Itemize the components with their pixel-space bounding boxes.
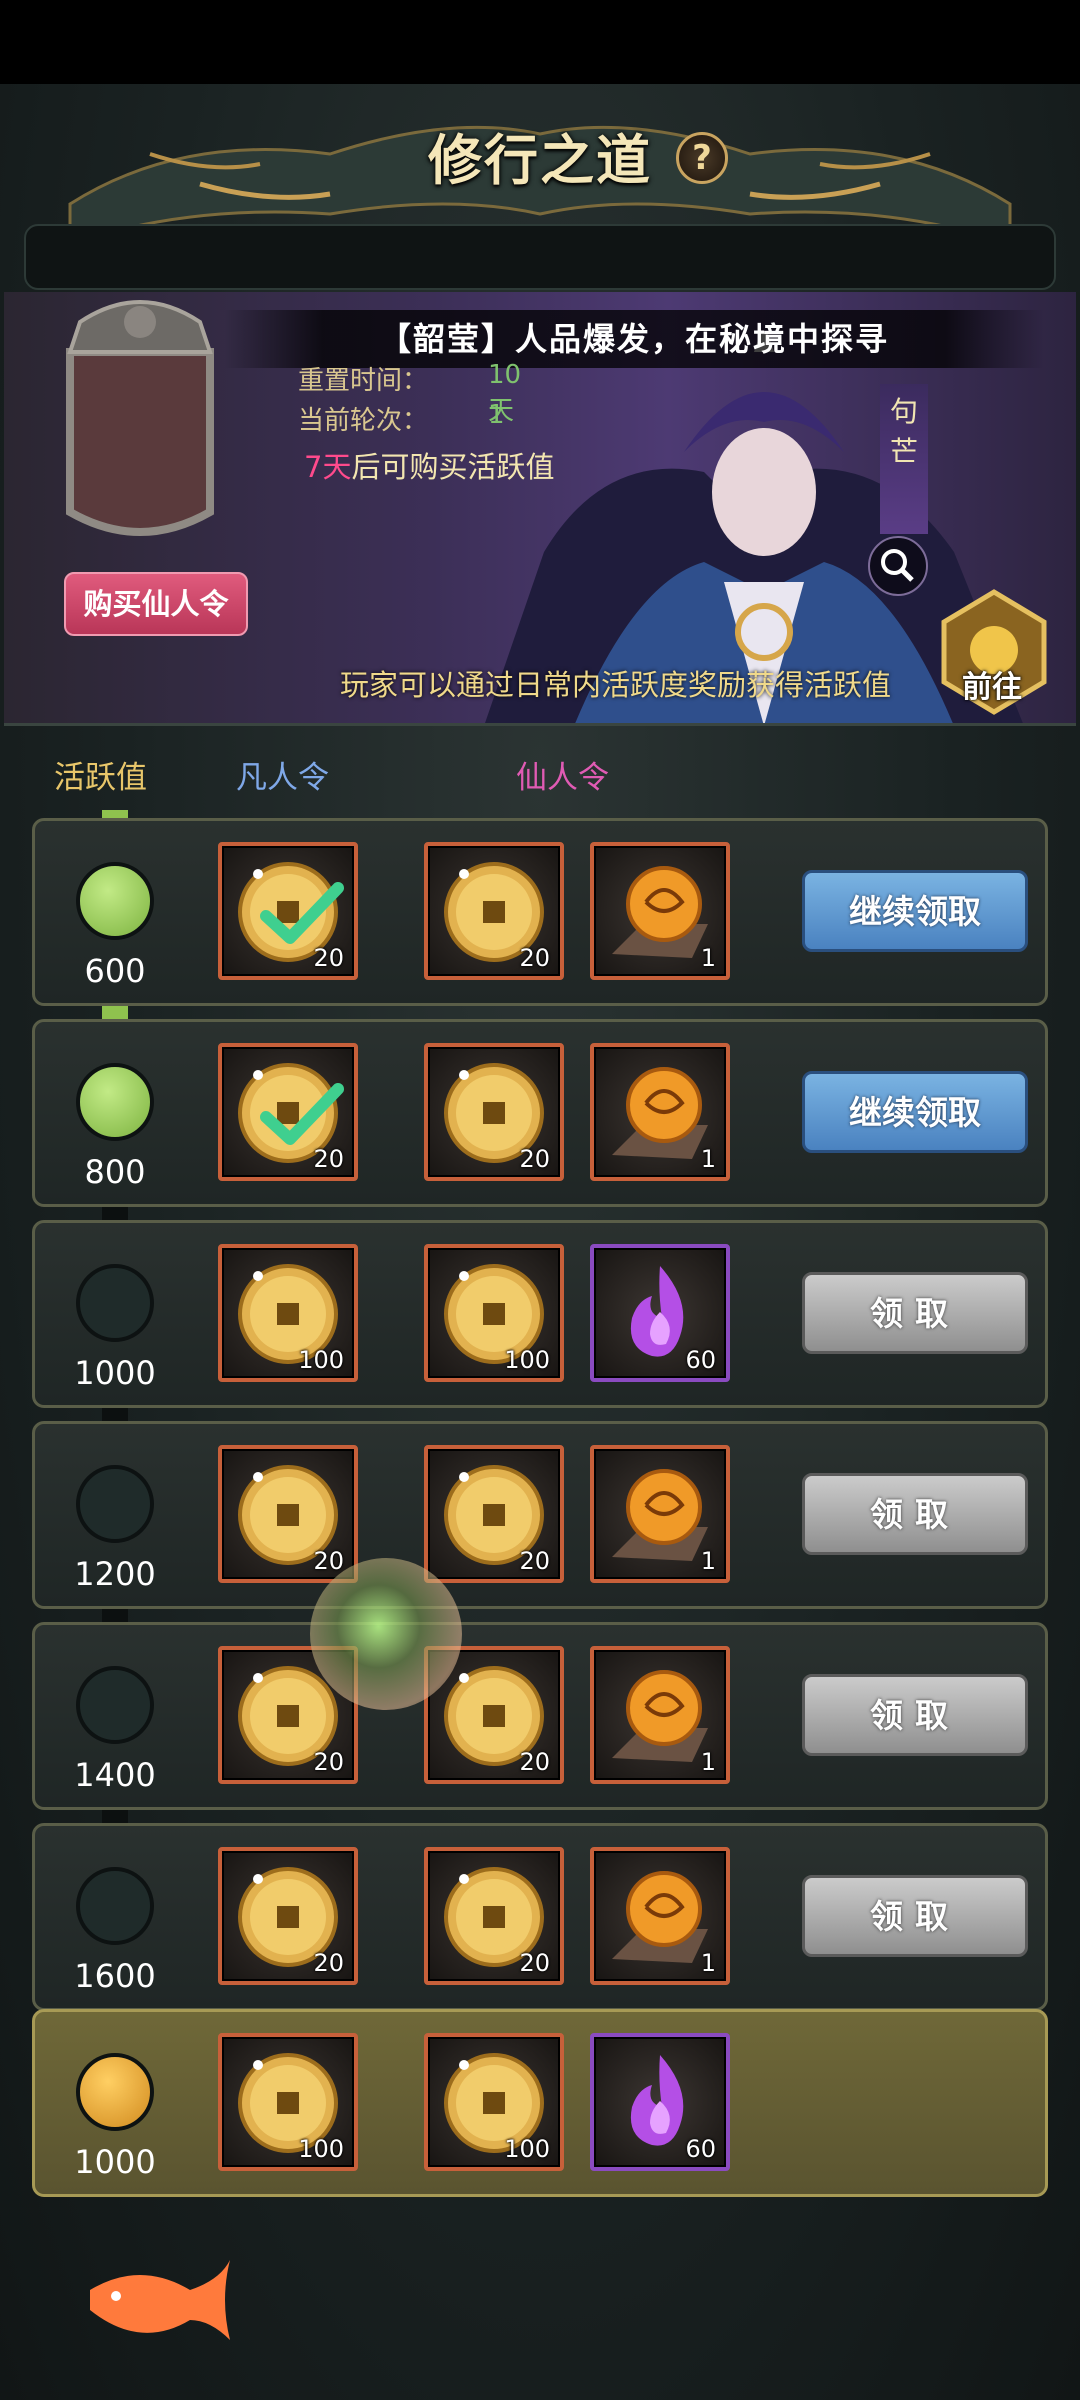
progress-node (76, 2053, 154, 2131)
goto-button-label[interactable]: 前往 (962, 662, 1022, 706)
floating-spirit-orb-icon[interactable] (310, 1558, 462, 1710)
help-button[interactable]: ? (676, 132, 728, 184)
immortal-reward-item[interactable]: 100 (424, 1244, 564, 1382)
continue-claim-button[interactable]: 继续领取 (802, 1071, 1028, 1153)
claim-button[interactable]: 领取 (802, 1473, 1028, 1555)
reward-count: 100 (504, 2135, 550, 2163)
activity-threshold-value: 1000 (74, 1354, 156, 1392)
reward-count: 20 (519, 1748, 550, 1776)
reward-count: 100 (298, 1346, 344, 1374)
banner-note: 玩家可以通过日常内活跃度奖励获得活跃值 (340, 668, 892, 702)
current-round-label: 当前轮次： (298, 406, 429, 436)
claim-button[interactable]: 领取 (802, 1272, 1028, 1354)
reward-count: 20 (519, 1145, 550, 1173)
reset-time-row: 重置时间： 10天 (298, 360, 521, 426)
progress-node (76, 1063, 154, 1141)
immortal-reward-item[interactable]: 100 (424, 2033, 564, 2171)
reward-count: 20 (313, 1145, 344, 1173)
reward-count: 1 (700, 1748, 716, 1776)
activity-threshold-value: 1000 (74, 2143, 156, 2181)
mortal-reward-item[interactable]: 100 (218, 2033, 358, 2171)
header-dark-bar (24, 224, 1056, 290)
zoom-icon[interactable] (868, 536, 928, 596)
reward-count: 20 (313, 944, 344, 972)
immortal-reward-item[interactable]: 1 (590, 842, 730, 980)
immortal-reward-item[interactable]: 20 (424, 842, 564, 980)
koi-fish-icon[interactable] (80, 2250, 240, 2360)
activity-threshold-value: 1400 (74, 1756, 156, 1794)
character-name-tag: 句芒 (880, 384, 928, 534)
activity-threshold-value: 1200 (74, 1555, 156, 1593)
mortal-reward-item[interactable]: 100 (218, 1244, 358, 1382)
immortal-reward-item[interactable]: 20 (424, 1847, 564, 1985)
buy-activity-hint: 7天后可购买活跃值 (304, 444, 554, 486)
mortal-reward-item[interactable]: 20 (218, 1445, 358, 1583)
immortal-reward-item[interactable]: 20 (424, 1043, 564, 1181)
activity-threshold-value: 1600 (74, 1957, 156, 1995)
current-round-row: 当前轮次： 1 (298, 400, 505, 437)
immortal-reward-item[interactable]: 60 (590, 2033, 730, 2171)
immortal-reward-item[interactable]: 1 (590, 1445, 730, 1583)
reward-count: 20 (313, 1547, 344, 1575)
reward-count: 20 (519, 944, 550, 972)
buy-immortal-token-button[interactable]: 购买仙人令 (64, 572, 248, 636)
reward-count: 20 (313, 1949, 344, 1977)
buy-hint-text: 后可购买活跃值 (351, 450, 555, 484)
progress-node (76, 1867, 154, 1945)
immortal-reward-item[interactable]: 1 (590, 1646, 730, 1784)
column-header-activity: 活跃值 (54, 760, 147, 796)
event-banner: 购买仙人令 【韶莹】人品爆发，在秘境中探寻 重置时间： 10天 当前轮次： 1 … (4, 292, 1076, 726)
activity-threshold-value: 800 (84, 1153, 146, 1191)
mortal-reward-item[interactable]: 20 (218, 1043, 358, 1181)
reward-count: 100 (298, 2135, 344, 2163)
reward-count: 100 (504, 1346, 550, 1374)
activity-threshold-value: 600 (84, 952, 146, 990)
column-header-mortal: 凡人令 (236, 760, 329, 796)
reward-count: 1 (700, 1547, 716, 1575)
claim-button[interactable]: 领取 (802, 1875, 1028, 1957)
page-title: 修行之道 (428, 128, 652, 192)
progress-node (76, 1264, 154, 1342)
reward-count: 60 (685, 1346, 716, 1374)
mortal-reward-item[interactable]: 20 (218, 842, 358, 980)
mortal-reward-item[interactable]: 20 (218, 1847, 358, 1985)
progress-node (76, 862, 154, 940)
immortal-reward-item[interactable]: 20 (424, 1445, 564, 1583)
buy-hint-days: 7天 (304, 450, 352, 484)
reward-count: 1 (700, 1949, 716, 1977)
immortal-reward-item[interactable]: 1 (590, 1043, 730, 1181)
continue-claim-button[interactable]: 继续领取 (802, 870, 1028, 952)
reward-count: 20 (519, 1547, 550, 1575)
progress-node (76, 1465, 154, 1543)
reward-count: 1 (700, 944, 716, 972)
immortal-reward-item[interactable]: 60 (590, 1244, 730, 1382)
status-bar (0, 0, 1080, 84)
current-round-value: 1 (488, 400, 505, 430)
reward-count: 1 (700, 1145, 716, 1173)
banner-plaque-icon (66, 300, 214, 536)
immortal-reward-item[interactable]: 1 (590, 1847, 730, 1985)
column-header-immortal: 仙人令 (516, 760, 609, 796)
reward-count: 20 (519, 1949, 550, 1977)
reset-time-label: 重置时间： (298, 366, 429, 396)
app-root: 修行之道 ? 购买仙人令 【韶莹】人品爆发，在秘境中探寻 重置时间： 10天 当… (0, 0, 1080, 2400)
reward-count: 20 (313, 1748, 344, 1776)
progress-node (76, 1666, 154, 1744)
reward-count: 60 (685, 2135, 716, 2163)
claim-button[interactable]: 领取 (802, 1674, 1028, 1756)
